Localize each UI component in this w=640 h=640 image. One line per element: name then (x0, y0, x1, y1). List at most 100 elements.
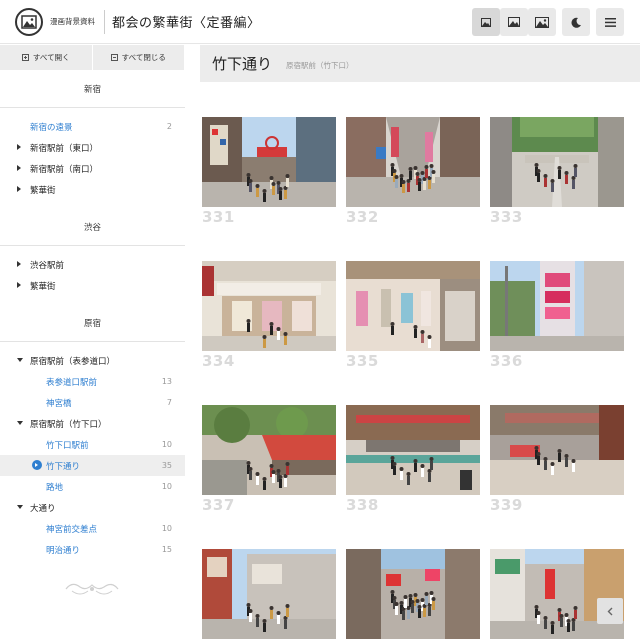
street-photo (346, 261, 480, 351)
sidebar-item-count: 35 (161, 461, 172, 470)
image-medium-icon (508, 17, 520, 27)
photo-thumbnail[interactable] (202, 405, 336, 495)
caret-down-icon[interactable] (17, 358, 23, 362)
ornament-icon (65, 583, 119, 595)
sidebar-subitem[interactable]: 神宮前交差点 10 (0, 518, 185, 539)
view-small-button[interactable] (472, 8, 500, 36)
sidebar-item-label: 原宿駅前（竹下口） (30, 419, 107, 430)
plus-box-icon (21, 54, 29, 61)
photo-thumbnail[interactable] (490, 405, 624, 495)
sidebar-item-count: 10 (161, 440, 172, 449)
photo-thumbnail[interactable] (346, 117, 480, 207)
sidebar-item[interactable]: 原宿駅前（表参道口） (0, 350, 185, 371)
sidebar-item-label: 新宿の遠景 (30, 122, 73, 133)
photo-number: 334 (202, 352, 235, 370)
caret-down-icon[interactable] (17, 421, 23, 425)
minus-box-icon (110, 54, 118, 61)
caret-right-icon[interactable] (17, 165, 21, 171)
sidebar-subitem[interactable]: 表参道口駅前 13 (0, 371, 185, 392)
sidebar-subitem[interactable]: 明治通り 15 (0, 539, 185, 560)
sidebar-item[interactable]: 新宿駅前（南口） (0, 158, 185, 179)
sidebar-item-label: 表参道口駅前 (46, 377, 98, 388)
street-photo (202, 117, 336, 207)
header-divider (104, 10, 105, 34)
view-medium-button[interactable] (500, 8, 528, 36)
street-photo (346, 117, 480, 207)
photo-thumbnail[interactable] (490, 549, 624, 639)
caret-down-icon[interactable] (17, 505, 23, 509)
back-button[interactable] (597, 598, 623, 624)
sidebar-item-count: 15 (161, 545, 172, 554)
photo-number: 333 (490, 208, 523, 226)
sidebar-item[interactable]: 原宿駅前（竹下口） (0, 413, 185, 434)
moon-icon (571, 17, 581, 28)
caret-right-icon[interactable] (17, 261, 21, 267)
sidebar-item[interactable]: 新宿の遠景 2 (0, 116, 185, 137)
street-photo (346, 549, 480, 639)
dark-mode-button[interactable] (562, 8, 590, 36)
sidebar-item-label: 繁華街 (30, 281, 56, 292)
sidebar-item-label: 渋谷駅前 (30, 260, 65, 271)
sidebar-item[interactable]: 渋谷駅前 (0, 254, 185, 275)
photo-thumbnail[interactable] (202, 261, 336, 351)
sidebar-item-count: 13 (161, 377, 172, 386)
logo-text[interactable]: 漫画背景資料 (50, 16, 95, 27)
sidebar-section-heading: 原宿 (0, 304, 185, 342)
sidebar-item-label: 神宮前交差点 (46, 524, 98, 535)
photo-thumbnail[interactable] (202, 549, 336, 639)
sidebar-section-heading: 新宿 (0, 70, 185, 108)
page-title: 竹下通り (212, 55, 273, 73)
street-photo (490, 261, 624, 351)
photo-number: 337 (202, 496, 235, 514)
site-logo[interactable] (15, 8, 43, 36)
site-title[interactable]: 都会の繁華街〈定番編〉 (112, 12, 261, 31)
sidebar-item-count: 10 (161, 524, 172, 533)
photo-thumbnail[interactable] (346, 261, 480, 351)
page-subtitle: 原宿駅前（竹下口） (286, 61, 354, 70)
sidebar-section-heading: 渋谷 (0, 208, 185, 246)
expand-all-label: すべて開く (32, 53, 70, 62)
menu-button[interactable] (596, 8, 624, 36)
street-photo (202, 261, 336, 351)
header: 漫画背景資料 都会の繁華街〈定番編〉 (0, 0, 640, 44)
sidebar-item-label: 大通り (30, 503, 56, 514)
sidebar-item-label: 原宿駅前（表参道口） (30, 356, 116, 367)
view-large-button[interactable] (528, 8, 556, 36)
sidebar-subitem[interactable]: 路地 10 (0, 476, 185, 497)
photo-thumbnail[interactable] (346, 405, 480, 495)
street-photo (490, 405, 624, 495)
photo-number: 335 (346, 352, 379, 370)
photo-number: 332 (346, 208, 379, 226)
sidebar-item-count: 10 (161, 482, 172, 491)
sidebar-item[interactable]: 繁華街 (0, 179, 185, 200)
caret-right-icon[interactable] (17, 144, 21, 150)
sidebar-item[interactable]: 大通り (0, 497, 185, 518)
collapse-all-button[interactable]: すべて閉じる (92, 45, 185, 70)
expand-all-button[interactable]: すべて開く (0, 45, 93, 70)
photo-thumbnail[interactable] (202, 117, 336, 207)
sidebar-subitem[interactable]: 竹下口駅前 10 (0, 434, 185, 455)
sidebar-item-label: 竹下口駅前 (46, 440, 89, 451)
street-photo (346, 405, 480, 495)
image-small-icon (481, 17, 491, 27)
sidebar-item[interactable]: 新宿駅前（東口） (0, 137, 185, 158)
photo-thumbnail[interactable] (490, 261, 624, 351)
photo-thumbnail[interactable] (490, 117, 624, 207)
sidebar-item-label: 新宿駅前（東口） (30, 143, 99, 154)
sidebar-subitem[interactable]: 神宮橋 7 (0, 392, 185, 413)
caret-right-icon[interactable] (17, 186, 21, 192)
sidebar-item-label: 新宿駅前（南口） (30, 164, 99, 175)
photo-number: 331 (202, 208, 235, 226)
image-large-icon (535, 16, 549, 28)
sidebar-subitem[interactable]: 竹下通り 35 (0, 455, 185, 476)
caret-right-icon[interactable] (17, 282, 21, 288)
street-photo (202, 549, 336, 639)
photo-thumbnail[interactable] (346, 549, 480, 639)
main-content: 竹下通り 原宿駅前（竹下口） 331 332 333 334 335 336 3… (200, 45, 640, 640)
sidebar-item[interactable]: 繁華街 (0, 275, 185, 296)
